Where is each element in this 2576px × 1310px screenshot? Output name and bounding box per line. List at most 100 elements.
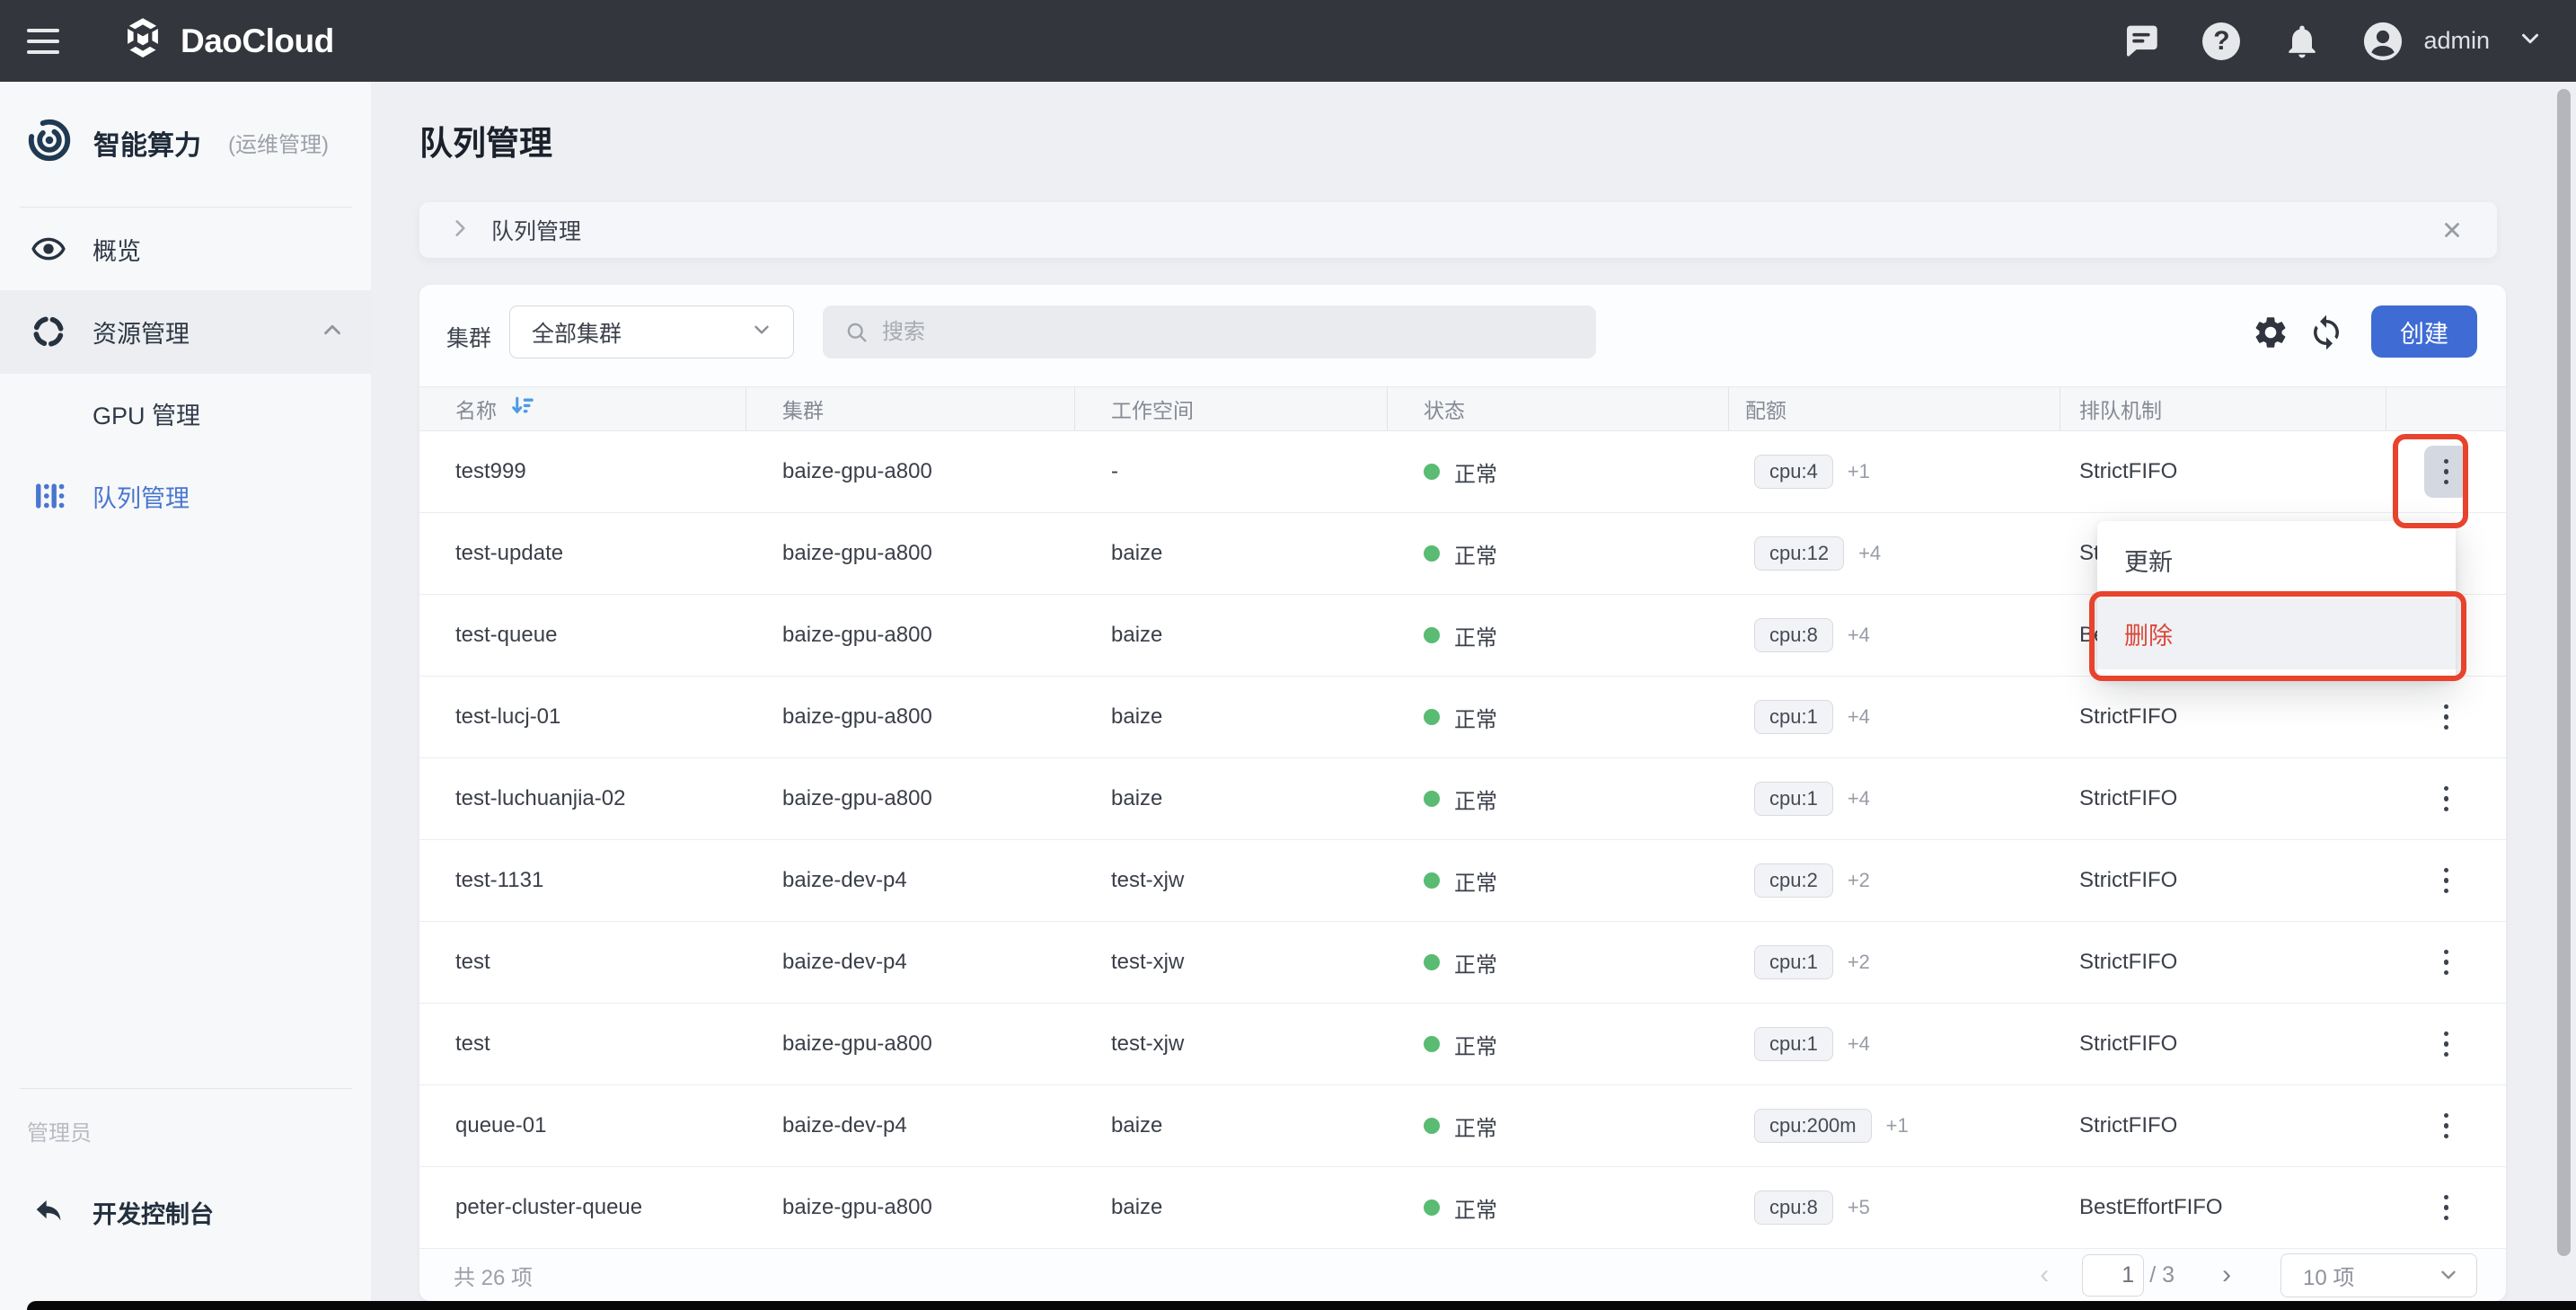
brand: DaoCloud [119, 0, 334, 82]
quota-chip: cpu:8 [1754, 618, 1833, 652]
quota-chip: cpu:4 [1754, 455, 1833, 489]
create-button[interactable]: 创建 [2371, 305, 2477, 358]
scrollbar[interactable] [2557, 89, 2571, 1256]
cluster-cell: baize-gpu-a800 [746, 1031, 1075, 1057]
page-size-select[interactable]: 10 项 [2280, 1253, 2477, 1297]
smart-computing-icon [25, 116, 74, 169]
sidebar-item-resources-row[interactable]: 资源管理 [0, 299, 371, 364]
status-dot [1424, 791, 1440, 807]
policy-cell: BestEffortFIFO [2060, 1195, 2386, 1220]
sidebar-item-label: 队列管理 [93, 479, 190, 514]
help-icon[interactable]: ? [2201, 21, 2242, 62]
policy-cell: StrictFIFO [2060, 950, 2386, 975]
sidebar-item-gpu[interactable]: GPU 管理 [0, 381, 371, 446]
avatar[interactable] [2362, 21, 2404, 62]
gear-icon[interactable] [2248, 310, 2293, 355]
column-header-cluster: 集群 [746, 387, 1075, 430]
back-arrow-icon [31, 1195, 66, 1229]
policy-cell: StrictFIFO [2060, 868, 2386, 893]
status-dot [1424, 1199, 1440, 1216]
product-switcher[interactable]: 智能算力 (运维管理) [25, 116, 329, 169]
close-icon[interactable] [2438, 216, 2466, 244]
cluster-cell: baize-gpu-a800 [746, 704, 1075, 730]
row-actions-button[interactable] [2424, 1100, 2468, 1152]
sidebar-item-dev-console[interactable]: 开发控制台 [0, 1180, 371, 1244]
workspace-cell: baize [1075, 704, 1388, 730]
quota-extra: +4 [1848, 787, 1870, 810]
status-text: 正常 [1454, 1192, 1497, 1224]
menu-padding [2097, 669, 2456, 680]
table-row: test baize-dev-p4 test-xjw 正常 cpu:1+2 St… [419, 922, 2506, 1004]
policy-cell: StrictFIFO [2060, 1113, 2386, 1138]
row-actions-button[interactable] [2424, 936, 2468, 988]
column-header-actions [2386, 387, 2506, 430]
workspace-cell: baize [1075, 1195, 1388, 1220]
product-title: 智能算力 [93, 123, 201, 163]
chevron-right-icon[interactable] [448, 217, 472, 244]
chevron-down-icon [2437, 1263, 2460, 1287]
topbar-actions: ? admin [2080, 0, 2544, 82]
sidebar-item-resources[interactable]: 资源管理 [0, 290, 371, 374]
queue-name: test999 [419, 459, 746, 484]
menu-toggle-icon[interactable] [27, 23, 66, 59]
chevron-up-icon[interactable] [319, 316, 346, 348]
prev-page-icon[interactable]: ‹ [2026, 1260, 2062, 1290]
menu-item-update[interactable]: 更新 [2097, 521, 2456, 598]
queue-name: queue-01 [419, 1113, 746, 1138]
next-page-icon[interactable]: › [2209, 1260, 2245, 1290]
sidebar-item-overview[interactable]: 概览 [0, 217, 371, 281]
menu-item-delete[interactable]: 删除 [2097, 598, 2456, 669]
brand-name: DaoCloud [181, 22, 334, 60]
policy-cell: StrictFIFO [2060, 1031, 2386, 1057]
bell-icon[interactable] [2281, 21, 2323, 62]
cluster-select[interactable]: 全部集群 [509, 305, 794, 358]
sidebar-item-label: GPU 管理 [93, 396, 200, 431]
status-text: 正常 [1454, 620, 1497, 651]
sidebar-item-label: 开发控制台 [93, 1195, 214, 1230]
workspace-cell: baize [1075, 1113, 1388, 1138]
product-subtitle: (运维管理) [228, 127, 329, 158]
workspace-cell: baize [1075, 541, 1388, 566]
divider [20, 207, 352, 208]
row-actions-button[interactable] [2424, 446, 2468, 498]
queue-icon [31, 479, 66, 513]
cluster-cell: baize-gpu-a800 [746, 1195, 1075, 1220]
column-header-quota: 配额 [1729, 387, 2060, 430]
search-input[interactable] [882, 305, 1596, 358]
status-text: 正常 [1454, 1111, 1497, 1142]
refresh-icon[interactable] [2304, 310, 2349, 355]
row-actions-button[interactable] [2424, 1182, 2468, 1234]
workspace-cell: baize [1075, 786, 1388, 811]
queue-name: test [419, 1031, 746, 1057]
sort-icon[interactable] [509, 393, 536, 425]
workspace-cell: test-xjw [1075, 868, 1388, 893]
quota-chip: cpu:200m [1754, 1109, 1872, 1143]
cluster-cell: baize-gpu-a800 [746, 459, 1075, 484]
page-size-value: 10 项 [2303, 1260, 2354, 1291]
status-dot [1424, 627, 1440, 643]
chevron-down-icon[interactable] [2517, 25, 2544, 57]
column-header-status: 状态 [1388, 387, 1729, 430]
feedback-chat-icon[interactable] [2120, 21, 2161, 62]
total-count: 共 26 项 [454, 1260, 533, 1291]
sidebar-item-queues[interactable]: 队列管理 [0, 464, 371, 528]
breadcrumb-item: 队列管理 [491, 214, 581, 246]
status-text: 正常 [1454, 702, 1497, 733]
main-content: 队列管理 队列管理 集群 全部集群 [371, 82, 2576, 1310]
table-header: 名称 集群 工作空间 状态 配额 排队机制 [419, 386, 2506, 431]
user-name[interactable]: admin [2423, 27, 2490, 55]
row-actions-button[interactable] [2424, 773, 2468, 825]
row-actions-button[interactable] [2424, 854, 2468, 907]
quota-extra: +5 [1848, 1196, 1870, 1219]
eye-icon [31, 231, 66, 267]
row-actions-button[interactable] [2424, 691, 2468, 743]
queue-name: test-queue [419, 623, 746, 648]
app-window: DaoCloud ? admin [0, 0, 2576, 1310]
status-text: 正常 [1454, 456, 1497, 488]
column-header-policy: 排队机制 [2060, 387, 2386, 430]
role-label: 管理员 [27, 1115, 92, 1146]
row-actions-button[interactable] [2424, 1018, 2468, 1070]
cluster-cell: baize-dev-p4 [746, 868, 1075, 893]
page-number-input[interactable] [2082, 1254, 2144, 1297]
search-icon [844, 320, 869, 345]
